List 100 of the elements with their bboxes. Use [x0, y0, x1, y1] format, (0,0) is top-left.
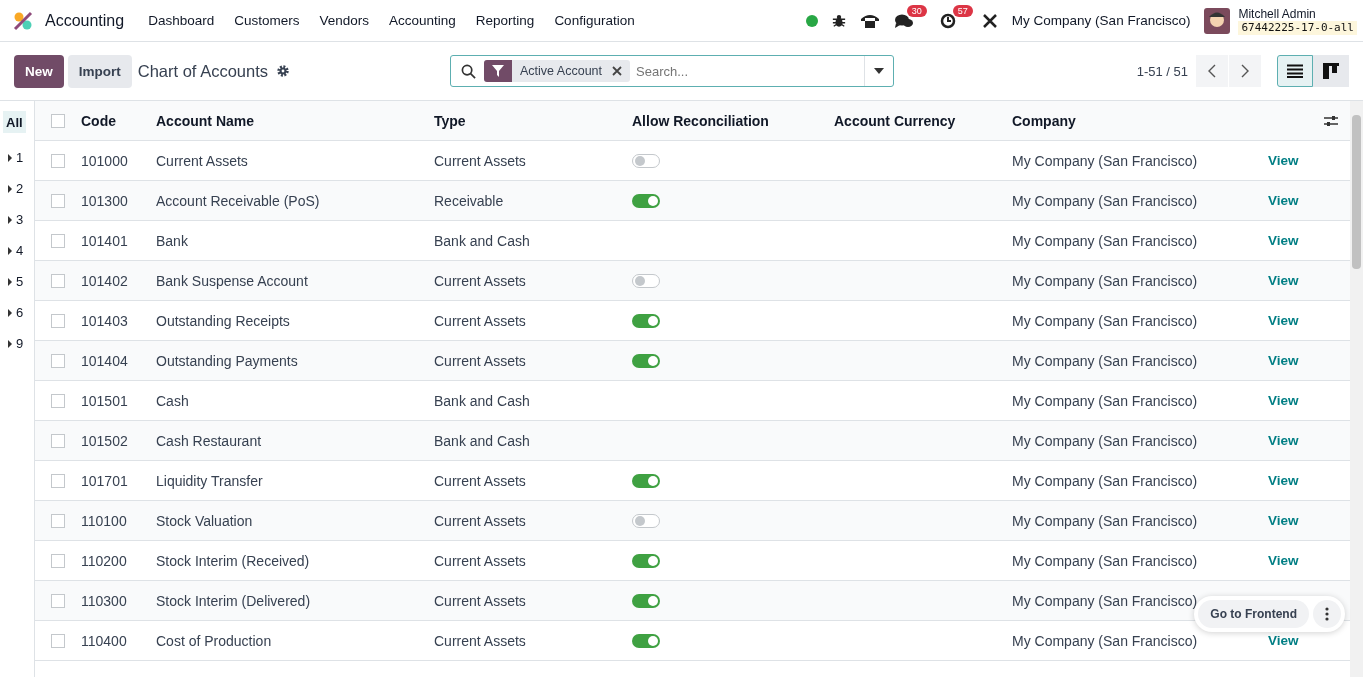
list-view-button[interactable] — [1277, 55, 1313, 87]
menu-item[interactable]: Accounting — [379, 13, 466, 28]
table-cell-text: Cash Restaurant — [156, 432, 263, 449]
user-avatar-icon[interactable] — [1204, 7, 1231, 34]
row-checkbox[interactable] — [51, 473, 65, 488]
row-checkbox[interactable] — [51, 273, 65, 288]
company-switcher[interactable]: My Company (San Francisco) — [1011, 13, 1191, 28]
phone-icon[interactable] — [859, 12, 880, 29]
list-icon — [1287, 64, 1303, 78]
group-filter[interactable]: 5 — [0, 266, 34, 297]
table-cell-text: Outstanding Receipts — [156, 312, 291, 329]
go-to-frontend-button[interactable]: Go to Frontend — [1198, 600, 1309, 628]
row-checkbox[interactable] — [51, 313, 65, 328]
previous-page-button[interactable] — [1196, 55, 1228, 87]
view-link[interactable]: View — [1268, 513, 1299, 528]
group-filter[interactable]: 1 — [0, 142, 34, 173]
toggle-switch[interactable] — [632, 153, 660, 168]
caret-right-icon — [8, 308, 12, 317]
toggle-switch[interactable] — [632, 473, 660, 488]
row-checkbox[interactable] — [51, 393, 65, 408]
search-icon[interactable] — [461, 63, 476, 79]
row-checkbox[interactable] — [51, 233, 65, 248]
column-header[interactable]: Allow Reconciliation — [632, 112, 834, 129]
menu-item[interactable]: Vendors — [309, 13, 380, 28]
row-checkbox[interactable] — [51, 513, 65, 528]
toggle-switch[interactable] — [632, 593, 660, 608]
settings-icon[interactable] — [276, 64, 290, 78]
toggle-switch[interactable] — [632, 193, 660, 208]
toggle-switch[interactable] — [632, 553, 660, 568]
new-button[interactable]: New — [14, 54, 64, 88]
view-link[interactable]: View — [1268, 153, 1299, 168]
clock-icon[interactable] — [939, 12, 956, 29]
bug-icon[interactable] — [831, 13, 846, 28]
pager-value[interactable]: 1-51 / 51 — [1136, 63, 1188, 79]
view-link[interactable]: View — [1268, 553, 1299, 568]
view-link[interactable]: View — [1268, 353, 1299, 368]
table-cell-text: Current Assets — [434, 592, 527, 609]
next-page-button[interactable] — [1229, 55, 1261, 87]
status-dot-icon[interactable] — [805, 14, 818, 27]
app-logo-icon[interactable] — [13, 10, 33, 31]
group-filter[interactable]: 2 — [0, 173, 34, 204]
toggle-switch[interactable] — [632, 273, 660, 288]
user-name[interactable]: Mitchell Admin — [1238, 6, 1357, 21]
menu-item[interactable]: Dashboard — [138, 13, 225, 28]
table-cell-text: 101701 — [81, 472, 129, 489]
row-checkbox[interactable] — [51, 433, 65, 448]
column-header[interactable]: Company — [1012, 112, 1246, 129]
more-options-button[interactable] — [1313, 600, 1341, 628]
table-cell-text: Current Assets — [434, 152, 527, 169]
row-checkbox[interactable] — [51, 353, 65, 368]
view-link[interactable]: View — [1268, 633, 1299, 648]
select-all-checkbox[interactable] — [51, 113, 65, 128]
view-link[interactable]: View — [1268, 273, 1299, 288]
page-title: Chart of Accounts — [137, 61, 268, 81]
group-filter[interactable]: 6 — [0, 297, 34, 328]
table-cell-text: My Company (San Francisco) — [1012, 432, 1199, 449]
table-cell-text: Stock Interim (Received) — [156, 552, 311, 569]
view-link[interactable]: View — [1268, 233, 1299, 248]
import-button[interactable]: Import — [67, 54, 132, 88]
group-filter[interactable]: All — [3, 111, 26, 133]
search-bar[interactable]: Active Account Search... — [450, 55, 894, 87]
chat-icon[interactable] — [893, 12, 914, 29]
column-header[interactable]: Type — [434, 112, 632, 129]
group-filter[interactable]: 9 — [0, 328, 34, 359]
row-checkbox[interactable] — [51, 153, 65, 168]
toggle-switch[interactable] — [632, 353, 660, 368]
app-name[interactable]: Accounting — [45, 11, 125, 30]
view-link[interactable]: View — [1268, 393, 1299, 408]
column-settings-icon[interactable] — [1324, 114, 1338, 127]
column-header[interactable]: Account Currency — [834, 112, 1012, 129]
toggle-switch[interactable] — [632, 313, 660, 328]
caret-right-icon — [8, 184, 12, 193]
view-link[interactable]: View — [1268, 313, 1299, 328]
menu-item[interactable]: Configuration — [544, 13, 645, 28]
table-cell-text: 101000 — [81, 152, 129, 169]
row-checkbox[interactable] — [51, 553, 65, 568]
column-header[interactable]: Code — [81, 112, 156, 129]
table-cell-text: Cost of Production — [156, 632, 273, 649]
table-cell-text: Current Assets — [434, 632, 527, 649]
kanban-view-button[interactable] — [1313, 55, 1349, 87]
menu-item[interactable]: Reporting — [465, 13, 545, 28]
group-filter[interactable]: 4 — [0, 235, 34, 266]
table-cell-text: My Company (San Francisco) — [1012, 592, 1199, 609]
scrollbar[interactable] — [1350, 101, 1363, 677]
row-checkbox[interactable] — [51, 593, 65, 608]
toggle-switch[interactable] — [632, 633, 660, 648]
menu-item[interactable]: Customers — [224, 13, 310, 28]
table-cell-text: Current Assets — [434, 472, 527, 489]
row-checkbox[interactable] — [51, 193, 65, 208]
column-header[interactable]: Account Name — [156, 112, 434, 129]
table-cell-text: My Company (San Francisco) — [1012, 192, 1199, 209]
row-checkbox[interactable] — [51, 633, 65, 648]
view-link[interactable]: View — [1268, 193, 1299, 208]
table-cell-text: Bank Suspense Account — [156, 272, 309, 289]
view-link[interactable]: View — [1268, 433, 1299, 448]
view-link[interactable]: View — [1268, 473, 1299, 488]
close-icon[interactable] — [612, 66, 622, 76]
table-cell-text: Stock Valuation — [156, 512, 254, 529]
toggle-switch[interactable] — [632, 513, 660, 528]
group-filter[interactable]: 3 — [0, 204, 34, 235]
